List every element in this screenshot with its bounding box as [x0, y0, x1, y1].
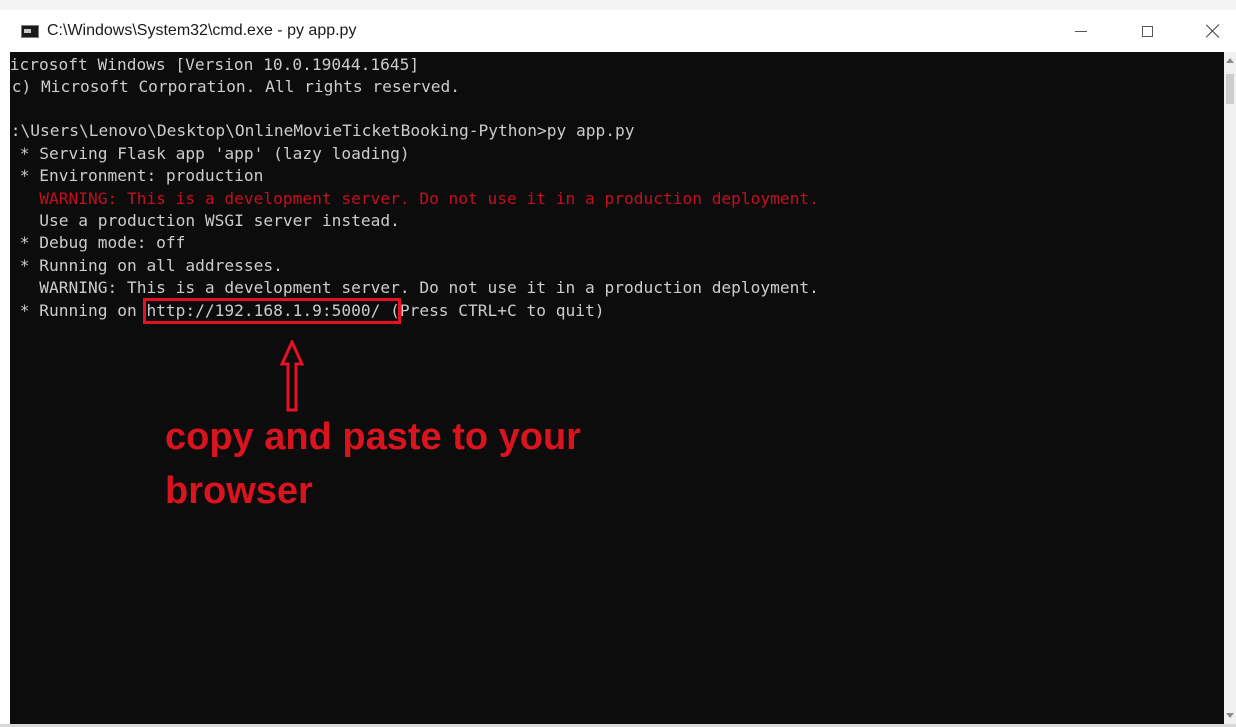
minimize-button[interactable] [1048, 10, 1114, 52]
console-line-warning: WARNING: This is a development server. D… [10, 278, 819, 297]
scroll-up-icon[interactable] [1226, 58, 1234, 63]
console-line-all-addresses: * Running on all addresses. [10, 256, 283, 275]
annotation-line-2: browser [165, 470, 313, 512]
cmd-icon [21, 25, 39, 38]
maximize-icon [1141, 25, 1153, 37]
up-arrow-icon [280, 340, 304, 412]
close-button[interactable] [1180, 10, 1236, 52]
title-bar[interactable]: C:\Windows\System32\cmd.exe - py app.py [0, 10, 1236, 52]
console-line-wsgi: Use a production WSGI server instead. [10, 211, 400, 230]
window-title: C:\Windows\System32\cmd.exe - py app.py [47, 22, 357, 39]
console-line-prompt: C:\Users\Lenovo\Desktop\OnlineMovieTicke… [10, 121, 635, 140]
close-icon [1206, 24, 1220, 38]
scroll-thumb[interactable] [1226, 74, 1234, 104]
url-highlight-box [143, 298, 401, 324]
vertical-scrollbar[interactable] [1224, 52, 1236, 724]
console-line-warning-red: WARNING: This is a development server. D… [10, 189, 819, 208]
console-line-serving: * Serving Flask app 'app' (lazy loading) [10, 144, 410, 163]
minimize-icon [1075, 30, 1087, 32]
annotation-line-1: copy and paste to your [165, 416, 581, 458]
cmd-window: C:\Windows\System32\cmd.exe - py app.py … [0, 0, 1236, 727]
annotation-text: copy and paste to your browser [165, 410, 685, 518]
console-line-copyright: (c) Microsoft Corporation. All rights re… [10, 77, 461, 96]
maximize-button[interactable] [1114, 10, 1180, 52]
scroll-down-icon[interactable] [1226, 713, 1234, 718]
console-line-debug: * Debug mode: off [10, 233, 186, 252]
console-output[interactable]: Microsoft Windows [Version 10.0.19044.16… [10, 52, 1224, 724]
console-line-version: Microsoft Windows [Version 10.0.19044.16… [10, 55, 420, 74]
console-line-environment: * Environment: production [10, 166, 264, 185]
